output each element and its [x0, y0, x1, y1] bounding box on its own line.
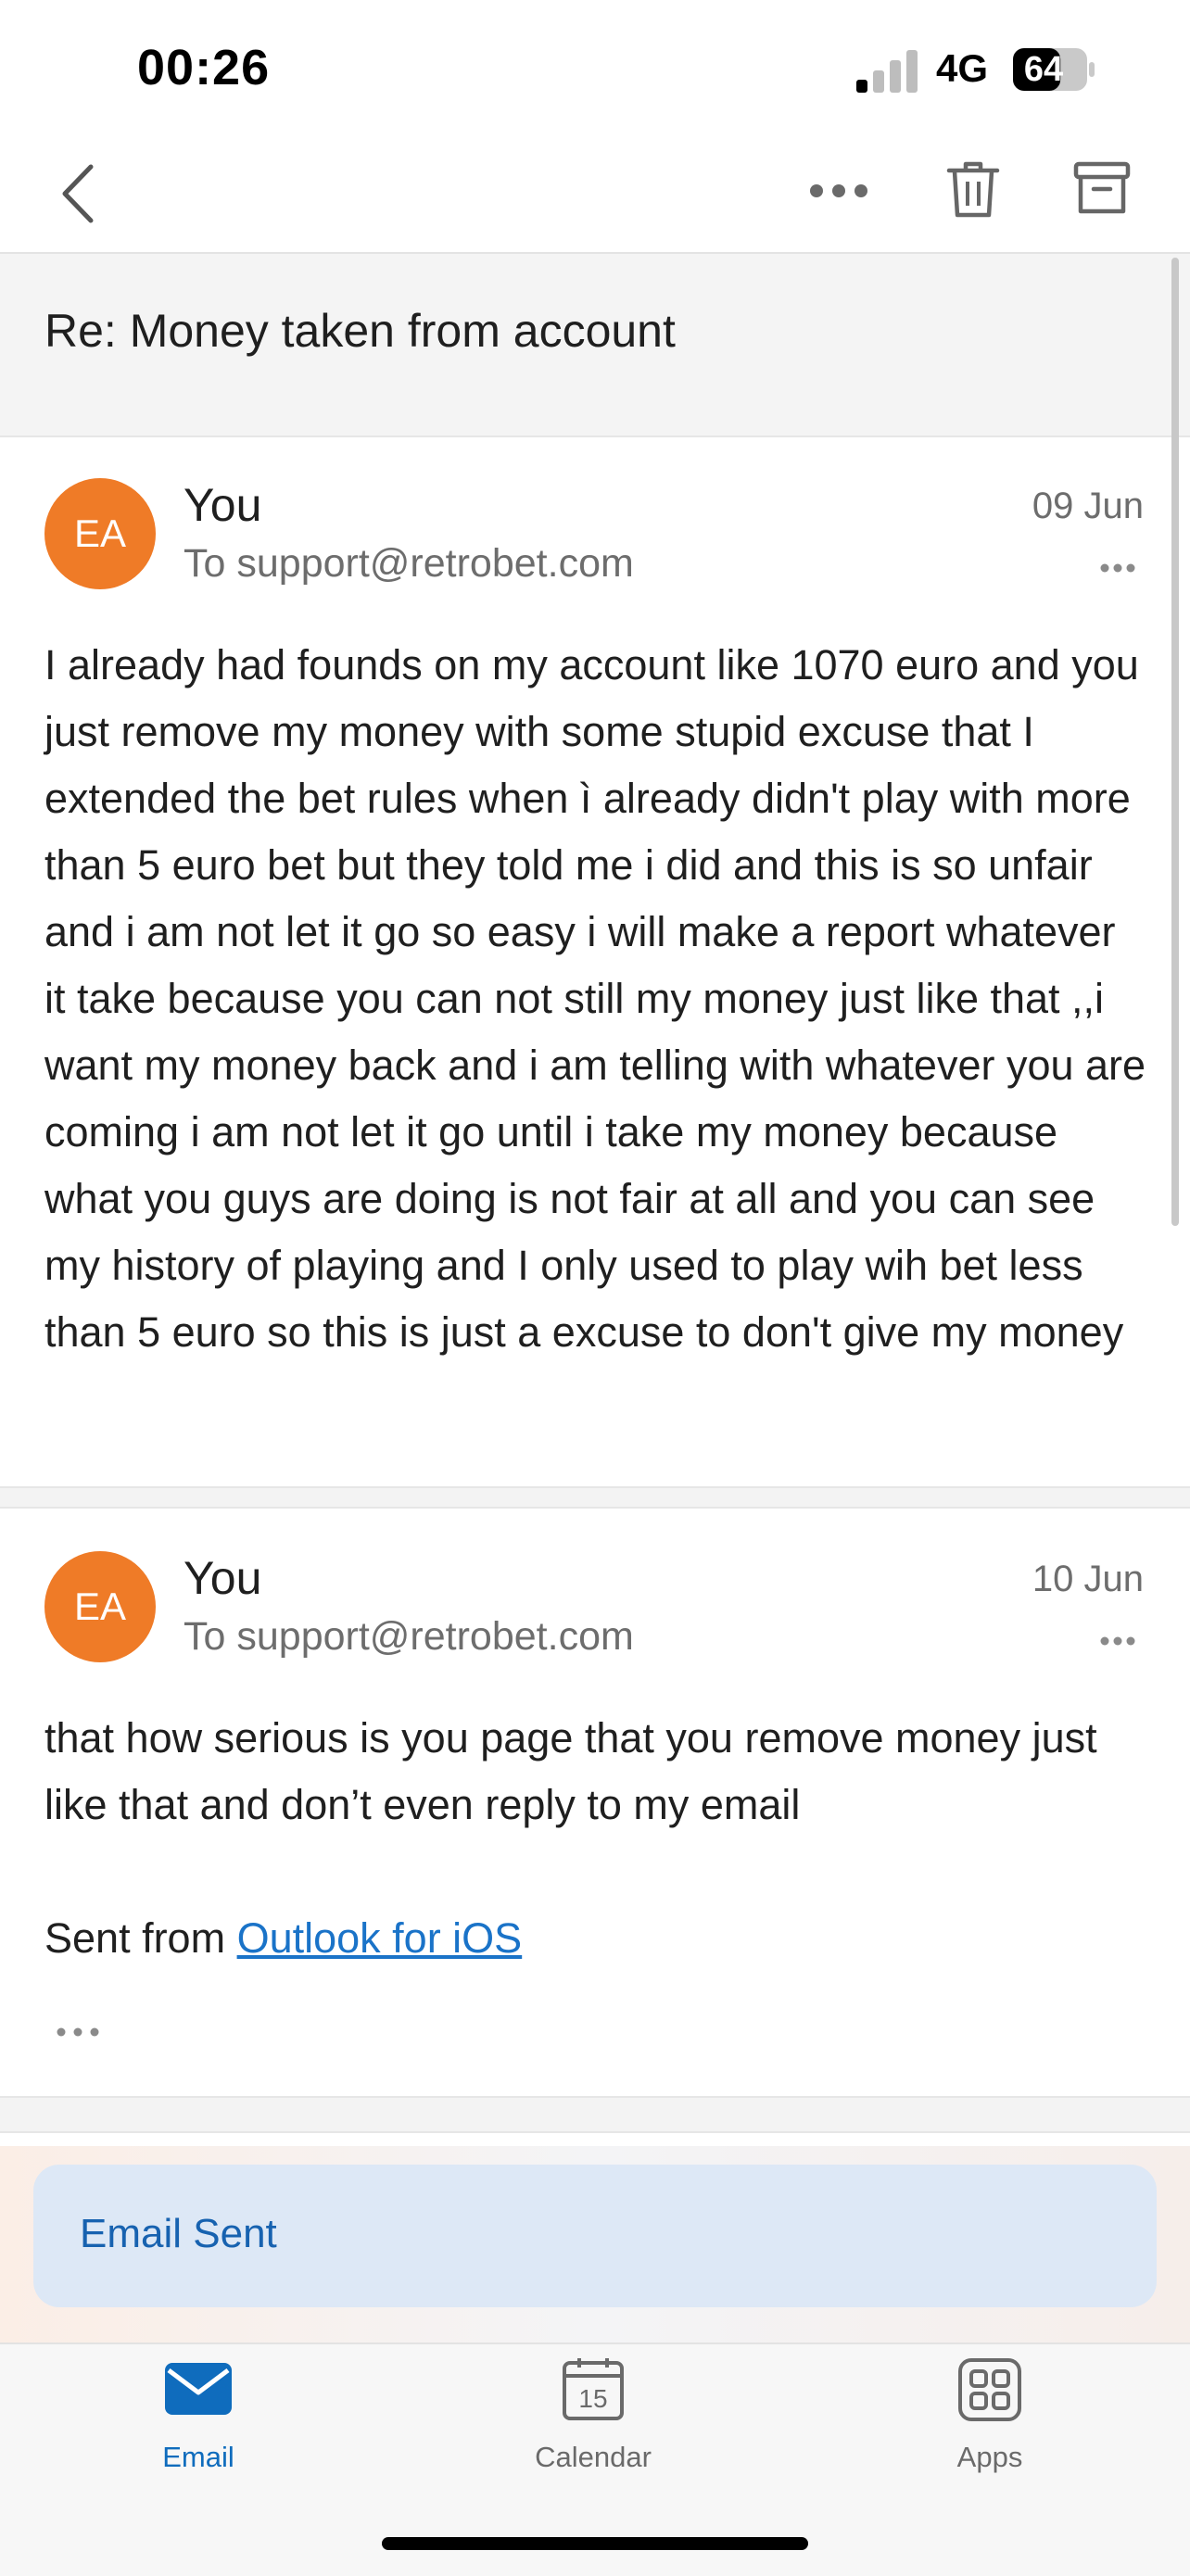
status-time: 00:26 — [137, 40, 271, 95]
recipient-line: To support@retrobet.com — [184, 1614, 634, 1659]
message-divider — [0, 2096, 1190, 2133]
message-date: 10 Jun — [1032, 1559, 1144, 1599]
message-body: I already had founds on my account like … — [44, 641, 1146, 1356]
message-more-icon[interactable] — [1099, 1635, 1136, 1648]
avatar: EA — [44, 478, 156, 589]
tab-apps[interactable] — [888, 2358, 1092, 2427]
message-more-icon[interactable] — [1099, 562, 1136, 575]
recipient-line: To support@retrobet.com — [184, 541, 634, 586]
subject-header: Re: Money taken from account — [0, 254, 1190, 437]
message-date: 09 Jun — [1032, 486, 1144, 526]
network-type: 4G — [936, 46, 989, 90]
email-message[interactable]: EA You To support@retrobet.com 10 Jun th… — [0, 1510, 1190, 2094]
tab-email[interactable] — [96, 2361, 300, 2421]
sender-name: You — [184, 479, 262, 531]
home-indicator[interactable] — [382, 2537, 808, 2550]
message-toolbar — [0, 139, 1190, 254]
archive-icon[interactable] — [1073, 161, 1131, 217]
calendar-day: 15 — [578, 2384, 607, 2413]
more-icon[interactable] — [808, 182, 869, 200]
tab-apps-label: Apps — [956, 2441, 1023, 2473]
chevron-left-icon[interactable] — [59, 163, 96, 224]
status-bar: 00:26 4G 64 — [0, 0, 1190, 139]
message-divider — [0, 1486, 1190, 1509]
email-message[interactable]: EA You To support@retrobet.com 09 Jun I … — [0, 437, 1190, 1484]
message-body: that how serious is you page that you re… — [44, 1714, 1097, 1828]
cellular-signal-icon — [856, 50, 918, 93]
show-quoted-text-icon[interactable] — [56, 2026, 100, 2039]
trash-icon[interactable] — [945, 159, 1001, 221]
signature-prefix: Sent from — [44, 1914, 237, 1962]
email-subject: Re: Money taken from account — [44, 305, 676, 357]
calendar-icon: 15 — [563, 2358, 624, 2420]
outlook-link[interactable]: Outlook for iOS — [237, 1914, 523, 1962]
avatar: EA — [44, 1551, 156, 1662]
battery-percent: 64 — [1023, 50, 1064, 89]
tab-calendar[interactable]: 15 — [491, 2358, 695, 2427]
sender-name: You — [184, 1552, 262, 1604]
tab-email-label: Email — [162, 2441, 234, 2473]
apps-grid-icon — [958, 2358, 1021, 2421]
toast-text: Email Sent — [80, 2211, 277, 2256]
mail-icon — [165, 2363, 232, 2415]
signature: Sent from Outlook for iOS — [44, 1905, 1147, 1972]
tab-calendar-label: Calendar — [535, 2441, 652, 2473]
